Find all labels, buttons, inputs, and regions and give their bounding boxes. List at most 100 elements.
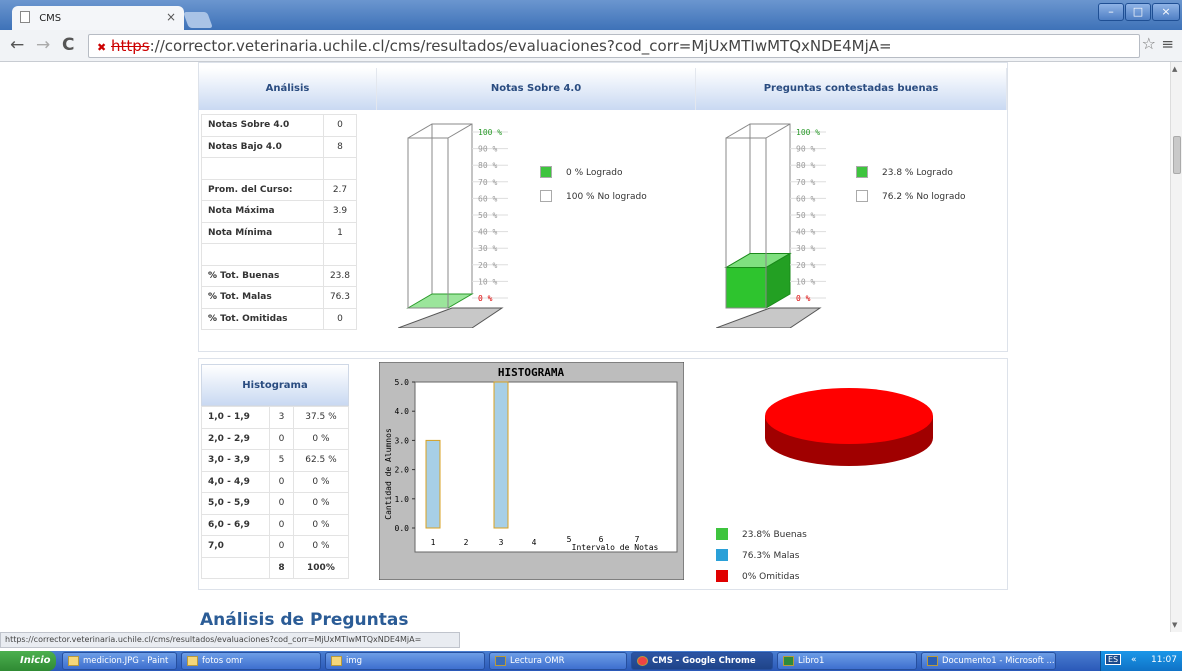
clock: 11:07	[1151, 655, 1177, 665]
browser-tab[interactable]: CMS ×	[12, 6, 184, 30]
gauge-tick-label: 50 %	[796, 211, 815, 220]
scroll-up-icon[interactable]: ▲	[1172, 65, 1177, 73]
swatch-red	[716, 570, 728, 582]
analisis-value: 3.9	[322, 200, 358, 223]
analisis-row: Notas Bajo 4.0 8	[201, 135, 358, 158]
minimize-button[interactable]: –	[1098, 3, 1124, 21]
y-tick-label: 0.0	[395, 524, 410, 533]
histograma-table: 1,0 - 1,9 3 37.5 % 2,0 - 2,9 0 0 % 3,0 - 3,9 5 6…	[200, 406, 350, 579]
y-tick-label: 1.0	[395, 495, 410, 504]
gauge-edge	[725, 123, 751, 139]
pie-legend-buenas: 23.8% Buenas	[716, 528, 807, 540]
legend-no-logrado: 76.2 % No logrado	[856, 190, 966, 202]
task-chrome[interactable]: CMS - Google Chrome	[631, 652, 773, 670]
analisis-label: % Tot. Malas	[201, 286, 324, 309]
browser-toolbar: ← → C ✖ https://corrector.veterinaria.uc…	[0, 30, 1182, 62]
folder-icon	[331, 656, 342, 666]
pie-label: 0% Omitidas	[742, 572, 800, 582]
x-tick-label: 1	[431, 538, 436, 547]
gauge-edge	[407, 123, 433, 139]
task-documento1[interactable]: Documento1 - Microsoft ...	[921, 652, 1056, 670]
close-tab-icon[interactable]: ×	[166, 10, 176, 24]
forward-arrow-icon[interactable]: →	[36, 35, 50, 55]
back-arrow-icon[interactable]: ←	[10, 35, 24, 55]
histograma-range: 4,0 - 4,9	[200, 470, 271, 493]
analisis-label: Notas Bajo 4.0	[201, 135, 324, 158]
window-titlebar: CMS × – □ ×	[0, 0, 1182, 30]
gauge-tick-label: 80 %	[796, 161, 815, 170]
analisis-value: 2.7	[322, 178, 358, 201]
histograma-total-pct: 100%	[292, 556, 350, 579]
system-tray: ES « 11:07	[1100, 651, 1182, 671]
page-icon	[20, 11, 30, 23]
task-paint[interactable]: medicion.JPG - Paint	[62, 652, 177, 670]
vertical-scrollbar[interactable]: ▲ ▼	[1170, 62, 1182, 632]
gauge-tick-label: 30 %	[478, 244, 497, 253]
pie-slice-top	[765, 388, 933, 444]
histograma-row: 3,0 - 3,9 5 62.5 %	[200, 449, 350, 472]
analisis-label: Nota Mínima	[201, 221, 324, 244]
bookmark-star-icon[interactable]: ☆	[1142, 34, 1156, 53]
analisis-row	[201, 243, 358, 266]
y-axis-label: Cantidad de Alumnos	[384, 428, 393, 520]
histograma-count: 3	[269, 406, 294, 429]
histograma-range: 7,0	[200, 535, 271, 558]
swatch-blue	[716, 549, 728, 561]
task-img[interactable]: img	[325, 652, 485, 670]
task-label: img	[346, 656, 363, 666]
url-scheme: https	[111, 37, 150, 55]
pie-legend-malas: 76.3% Malas	[716, 549, 807, 561]
swatch-white	[856, 190, 868, 202]
tray-chevron-icon[interactable]: «	[1131, 655, 1137, 665]
analisis-label: % Tot. Buenas	[201, 264, 324, 287]
gauge-back	[431, 123, 473, 295]
swatch-white	[540, 190, 552, 202]
pie-chart	[765, 388, 933, 466]
address-bar[interactable]: ✖ https://corrector.veterinaria.uchile.c…	[88, 34, 1140, 58]
task-libro1[interactable]: Libro1	[777, 652, 917, 670]
histograma-row: 6,0 - 6,9 0 0 %	[200, 513, 350, 536]
paint-icon	[68, 656, 79, 666]
analisis-value: 0	[322, 114, 358, 137]
analisis-row: Prom. del Curso: 2.7	[201, 178, 358, 201]
histograma-count: 0	[269, 492, 294, 515]
x-tick-label: 4	[532, 538, 537, 547]
histograma-count: 5	[269, 449, 294, 472]
app-icon	[495, 656, 506, 666]
close-window-button[interactable]: ×	[1152, 3, 1180, 21]
histograma-pct: 0 %	[292, 427, 350, 450]
pie-label: 76.3% Malas	[742, 551, 800, 561]
new-tab-button[interactable]	[183, 12, 213, 28]
start-button[interactable]: Inicio	[0, 651, 56, 671]
y-tick-label: 4.0	[395, 407, 410, 416]
task-fotos-omr[interactable]: fotos omr	[181, 652, 321, 670]
histograma-count: 0	[269, 535, 294, 558]
gauge-tick-label: 70 %	[478, 178, 497, 187]
plot-area	[414, 381, 678, 553]
task-lectura-omr[interactable]: Lectura OMR	[489, 652, 627, 670]
histogram-chart: HISTOGRAMA 0.0 1.0 2.0 3.0 4.0 5.0 Cantidad de …	[379, 362, 684, 580]
maximize-button[interactable]: □	[1125, 3, 1151, 21]
gauge-tick-label: 20 %	[796, 261, 815, 270]
scroll-down-icon[interactable]: ▼	[1172, 621, 1177, 629]
section-title: Análisis de Preguntas	[200, 610, 409, 630]
word-icon	[927, 656, 938, 666]
y-tick-label: 5.0	[395, 378, 410, 387]
reload-icon[interactable]: C	[62, 35, 74, 55]
task-label: Libro1	[798, 656, 825, 666]
chrome-icon	[637, 656, 648, 666]
legend-logrado: 0 % Logrado	[540, 166, 647, 178]
notas-gauge: 100 % 90 % 80 % 70 % 60 % 50 % 40 % 30 % 20 % 10 …	[398, 123, 508, 328]
histograma-row: 7,0 0 0 %	[200, 535, 350, 558]
gauge-tick-label: 40 %	[796, 228, 815, 237]
language-indicator[interactable]: ES	[1105, 654, 1122, 665]
menu-icon[interactable]: ≡	[1161, 35, 1174, 53]
taskbar: Inicio medicion.JPG - Paint fotos omr im…	[0, 651, 1182, 671]
scroll-thumb[interactable]	[1173, 136, 1181, 174]
pie-legend: 23.8% Buenas 76.3% Malas 0% Omitidas	[716, 528, 807, 582]
preguntas-gauge: 100 % 90 % 80 % 70 % 60 % 50 % 40 % 30 % 20 % 10 …	[716, 123, 826, 328]
x-tick-label: 2	[464, 538, 469, 547]
gauge-tick-label: 80 %	[478, 161, 497, 170]
analisis-label: Prom. del Curso:	[201, 178, 324, 201]
histograma-pct: 0 %	[292, 470, 350, 493]
